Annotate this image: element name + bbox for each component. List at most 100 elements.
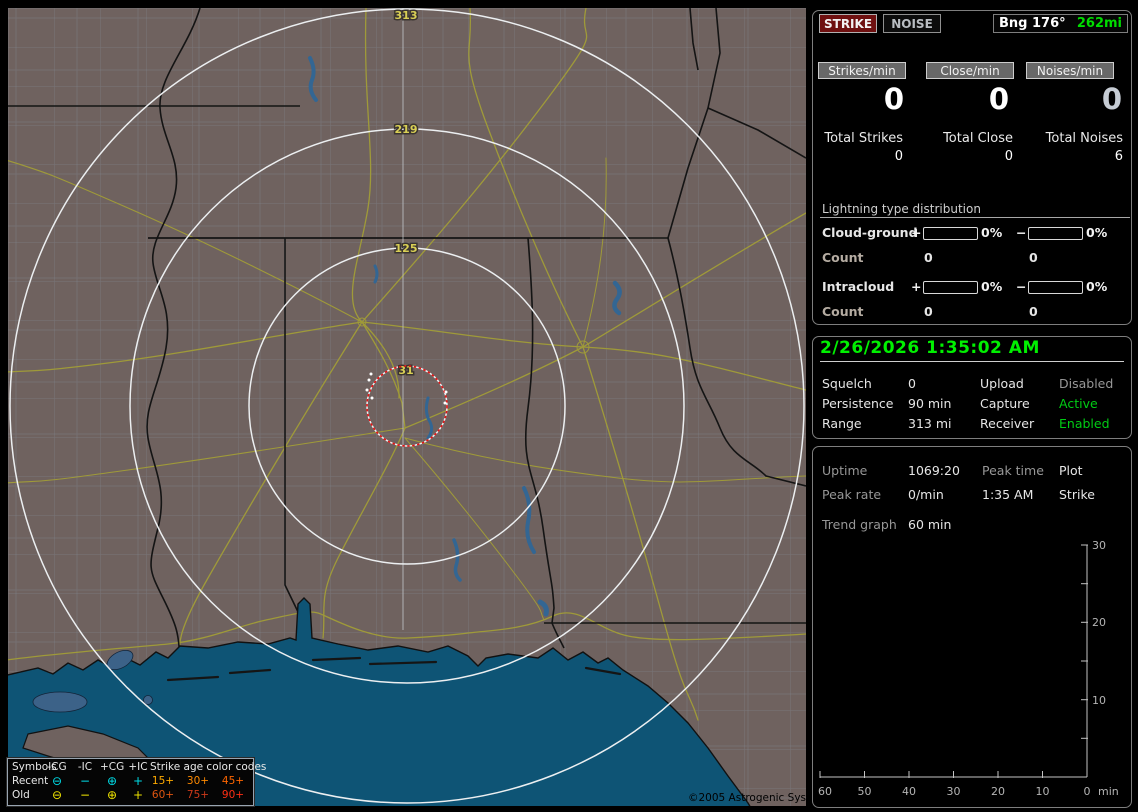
legend-col-neg-cg: -CG <box>47 761 67 773</box>
close-per-min-value: 0 <box>988 82 1009 116</box>
uptime-value: 1069:20 <box>908 463 960 478</box>
total-noises-value: 6 <box>1114 149 1123 164</box>
close-per-min-button[interactable]: Close/min <box>926 62 1014 79</box>
counters-group <box>812 10 1132 325</box>
capture-label: Capture <box>980 396 1030 411</box>
x-tick-30: 30 <box>947 785 961 798</box>
y-tick-10: 10 <box>1092 694 1106 707</box>
trend-graph: 30 20 10 60 50 40 30 20 10 0 min <box>818 539 1119 798</box>
legend-col-neg-ic: -IC <box>77 761 93 773</box>
bearing-readout: Bng 176° 262mi <box>993 14 1128 33</box>
intracloud-label: Intracloud <box>822 279 895 294</box>
total-strikes-label: Total Strikes <box>824 131 903 146</box>
uptime-label: Uptime <box>822 463 868 478</box>
total-close-label: Total Close <box>943 131 1013 146</box>
ring-label-313: 313 <box>395 9 418 22</box>
copyright-text: ©2005 Astrogenic Systems <box>688 792 806 804</box>
age-60: 60+ <box>151 789 175 801</box>
peak-rate-value: 0/min <box>908 487 944 502</box>
ic-plus-count: 0 <box>924 304 933 319</box>
y-tick-30: 30 <box>1092 539 1106 552</box>
legend-old-label: Old <box>12 789 30 801</box>
distribution-title: Lightning type distribution <box>822 202 981 216</box>
x-tick-40: 40 <box>902 785 916 798</box>
old-pos-cg-icon: ⊕ <box>106 788 118 802</box>
strike-mode-button[interactable]: STRIKE <box>819 14 877 33</box>
ring-label-125: 125 <box>395 242 418 255</box>
x-tick-10: 10 <box>1036 785 1050 798</box>
x-tick-60: 60 <box>818 785 832 798</box>
cg-minus-bar <box>1028 227 1083 240</box>
y-tick-20: 20 <box>1092 616 1106 629</box>
recent-neg-ic-icon: − <box>79 774 91 788</box>
cg-plus-bar <box>923 227 978 240</box>
trend-graph-value: 60 min <box>908 517 952 532</box>
bearing-range-value: 262mi <box>1076 16 1122 31</box>
ic-count-label: Count <box>822 304 864 319</box>
ic-minus-sign: − <box>1016 279 1027 294</box>
recent-pos-cg-icon: ⊕ <box>106 774 118 788</box>
ic-plus-sign: + <box>911 279 922 294</box>
recent-neg-cg-icon: ⊖ <box>51 774 63 788</box>
ring-label-219: 219 <box>395 123 418 136</box>
peak-time-label: Peak time <box>982 463 1044 478</box>
distribution-divider <box>820 217 1130 218</box>
cg-plus-pct: 0% <box>981 225 1003 240</box>
age-15: 15+ <box>151 775 175 787</box>
noise-mode-button[interactable]: NOISE <box>883 14 941 33</box>
x-axis-unit: min <box>1098 785 1119 798</box>
age-75: 75+ <box>186 789 210 801</box>
plot-value: Strike <box>1059 487 1095 502</box>
upload-status: Disabled <box>1059 376 1114 391</box>
cg-minus-count: 0 <box>1029 250 1038 265</box>
x-tick-0: 0 <box>1084 785 1091 798</box>
bearing-value: Bng 176° <box>999 16 1066 31</box>
lightning-map[interactable]: 313 219 125 31 ©2005 Astrogenic Systems … <box>2 7 874 812</box>
age-45: 45+ <box>221 775 245 787</box>
age-90: 90+ <box>221 789 245 801</box>
upload-label: Upload <box>980 376 1024 391</box>
peak-rate-label: Peak rate <box>822 487 882 502</box>
trend-graph-label: Trend graph <box>822 517 897 532</box>
ic-minus-pct: 0% <box>1086 279 1108 294</box>
persistence-label: Persistence <box>822 396 894 411</box>
receiver-status: Enabled <box>1059 416 1110 431</box>
total-strikes-value: 0 <box>894 149 903 164</box>
cg-count-label: Count <box>822 250 864 265</box>
clock-divider <box>820 361 1124 362</box>
legend-age-header: Strike age color codes <box>150 761 267 773</box>
ic-minus-bar <box>1028 281 1083 294</box>
x-tick-20: 20 <box>991 785 1005 798</box>
noises-per-min-button[interactable]: Noises/min <box>1026 62 1114 79</box>
cg-minus-pct: 0% <box>1086 225 1108 240</box>
symbol-legend: Symbols -CG -IC +CG +IC Strike age color… <box>6 757 267 807</box>
cg-plus-count: 0 <box>924 250 933 265</box>
cloud-ground-label: Cloud-ground <box>822 225 918 240</box>
age-30: 30+ <box>186 775 210 787</box>
old-neg-ic-icon: − <box>79 788 91 802</box>
x-tick-50: 50 <box>858 785 872 798</box>
map-canvas: 313 219 125 31 ©2005 Astrogenic Systems <box>2 7 874 812</box>
plot-label: Plot <box>1059 463 1083 478</box>
legend-col-pos-cg: +CG <box>100 761 125 773</box>
total-noises-label: Total Noises <box>1045 131 1123 146</box>
strikes-per-min-value: 0 <box>883 82 904 116</box>
clock-readout: 2/26/2026 1:35:02 AM <box>820 338 1040 358</box>
squelch-value: 0 <box>908 376 916 391</box>
receiver-label: Receiver <box>980 416 1035 431</box>
capture-status: Active <box>1059 396 1098 411</box>
total-close-value: 0 <box>1004 149 1013 164</box>
strikes-per-min-button[interactable]: Strikes/min <box>818 62 906 79</box>
peak-time-value: 1:35 AM <box>982 487 1034 502</box>
old-neg-cg-icon: ⊖ <box>51 788 63 802</box>
legend-recent-label: Recent <box>12 775 49 787</box>
ic-plus-pct: 0% <box>981 279 1003 294</box>
old-pos-ic-icon: + <box>132 788 144 802</box>
ic-minus-count: 0 <box>1029 304 1038 319</box>
nexstorm-window: 313 219 125 31 ©2005 Astrogenic Systems … <box>0 0 1138 812</box>
range-value: 313 mi <box>908 416 952 431</box>
recent-pos-ic-icon: + <box>132 774 144 788</box>
cg-minus-sign: − <box>1016 225 1027 240</box>
squelch-label: Squelch <box>822 376 872 391</box>
range-label: Range <box>822 416 862 431</box>
